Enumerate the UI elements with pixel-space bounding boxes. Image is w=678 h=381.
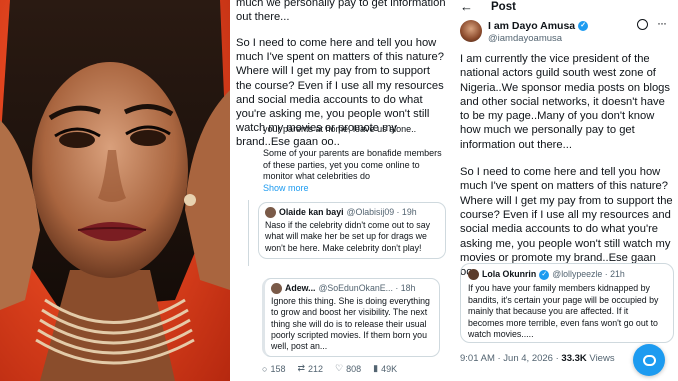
compose-button[interactable] xyxy=(633,344,665,376)
post-timestamp: 9:01 AM · Jun 4, 2026 · 33.3K Views xyxy=(460,353,615,364)
post-body: I am currently the vice president of the… xyxy=(460,52,675,279)
avatar xyxy=(265,207,276,219)
show-more-link[interactable]: Show more xyxy=(263,183,309,193)
reply-text-2: Some of your parents are bonafide member… xyxy=(263,148,443,194)
quote-author-name: Olaide kan bayi xyxy=(279,207,344,217)
repost-count: 212 xyxy=(308,363,324,374)
quote-author-name: Adew... xyxy=(285,283,316,293)
message-icon xyxy=(642,354,656,366)
comment-icon: ○ xyxy=(262,363,268,374)
back-arrow-icon[interactable]: ← xyxy=(460,0,473,14)
views-label: Views xyxy=(586,353,615,364)
verified-badge-icon: ✓ xyxy=(578,21,589,31)
repost-icon: ⇄ xyxy=(297,363,306,373)
author-handle[interactable]: @iamdayoamusa xyxy=(488,33,562,44)
like-count: 808 xyxy=(346,363,362,374)
middle-paragraph-1: much we personally pay to get informatio… xyxy=(236,0,446,24)
reply-text-2-body: Some of your parents are bonafide member… xyxy=(263,148,442,181)
reply-text-1: your parents at home, leave us alone.. xyxy=(263,124,417,134)
reply-count: 158 xyxy=(270,363,286,374)
quote-header: Olaide kan bayi @Olabisij09 · 19h xyxy=(265,207,439,219)
quote-header: Adew... @SoEdunOkanE... · 18h xyxy=(271,283,433,295)
repost-button[interactable]: ⇄ 212 xyxy=(297,363,323,374)
quote-text: Ignore this thing. She is doing everythi… xyxy=(271,296,430,352)
portrait-illustration xyxy=(0,0,230,381)
avatar xyxy=(468,269,479,281)
grok-icon[interactable] xyxy=(637,19,648,30)
thread-line xyxy=(248,200,249,266)
post-time: 9:01 AM · Jun 4, 2026 · xyxy=(460,353,562,364)
page-title: Post xyxy=(491,1,516,13)
quote-author-handle: @Olabisij09 · 19h xyxy=(346,207,417,217)
author-name-text: I am Dayo Amusa xyxy=(488,20,576,32)
heart-icon: ♡ xyxy=(335,363,344,373)
like-button[interactable]: ♡ 808 xyxy=(335,363,361,374)
quoted-post[interactable]: Lola Okunrin ✓ @lollypeezle · 21h If you… xyxy=(460,263,674,343)
more-options-icon[interactable]: ··· xyxy=(657,16,667,30)
avatar xyxy=(271,283,282,295)
quote-text: If you have your family members kidnappe… xyxy=(468,283,659,340)
post-view: ← Post I am Dayo Amusa ✓ @iamdayoamusa ·… xyxy=(454,0,678,381)
author-name[interactable]: I am Dayo Amusa ✓ xyxy=(488,20,589,32)
quote-author-name: Lola Okunrin xyxy=(482,269,537,279)
views-count: 33.3K xyxy=(561,353,587,364)
views-count: 49K xyxy=(381,363,398,374)
quote-header: Lola Okunrin ✓ @lollypeezle · 21h xyxy=(468,269,666,281)
views-button[interactable]: ▮ 49K xyxy=(373,363,397,374)
views-icon: ▮ xyxy=(373,363,379,373)
quote-text: Naso if the celebrity didn't come out to… xyxy=(265,220,430,253)
profile-photo xyxy=(0,0,230,381)
quote-card-2[interactable]: Adew... @SoEdunOkanE... · 18h Ignore thi… xyxy=(262,278,440,358)
verified-badge-icon: ✓ xyxy=(539,269,550,280)
reply-button[interactable]: ○ 158 xyxy=(262,363,285,374)
post-paragraph-1: I am currently the vice president of the… xyxy=(460,53,670,151)
quote-card-1[interactable]: Olaide kan bayi @Olabisij09 · 19h Naso i… xyxy=(258,202,446,259)
quote-author-handle: @SoEdunOkanE... · 18h xyxy=(318,283,416,293)
engagement-bar: ○ 158 ⇄ 212 ♡ 808 ▮ 49K xyxy=(262,363,397,374)
avatar[interactable] xyxy=(460,20,482,42)
quote-author-handle: @lollypeezle · 21h xyxy=(552,269,625,279)
